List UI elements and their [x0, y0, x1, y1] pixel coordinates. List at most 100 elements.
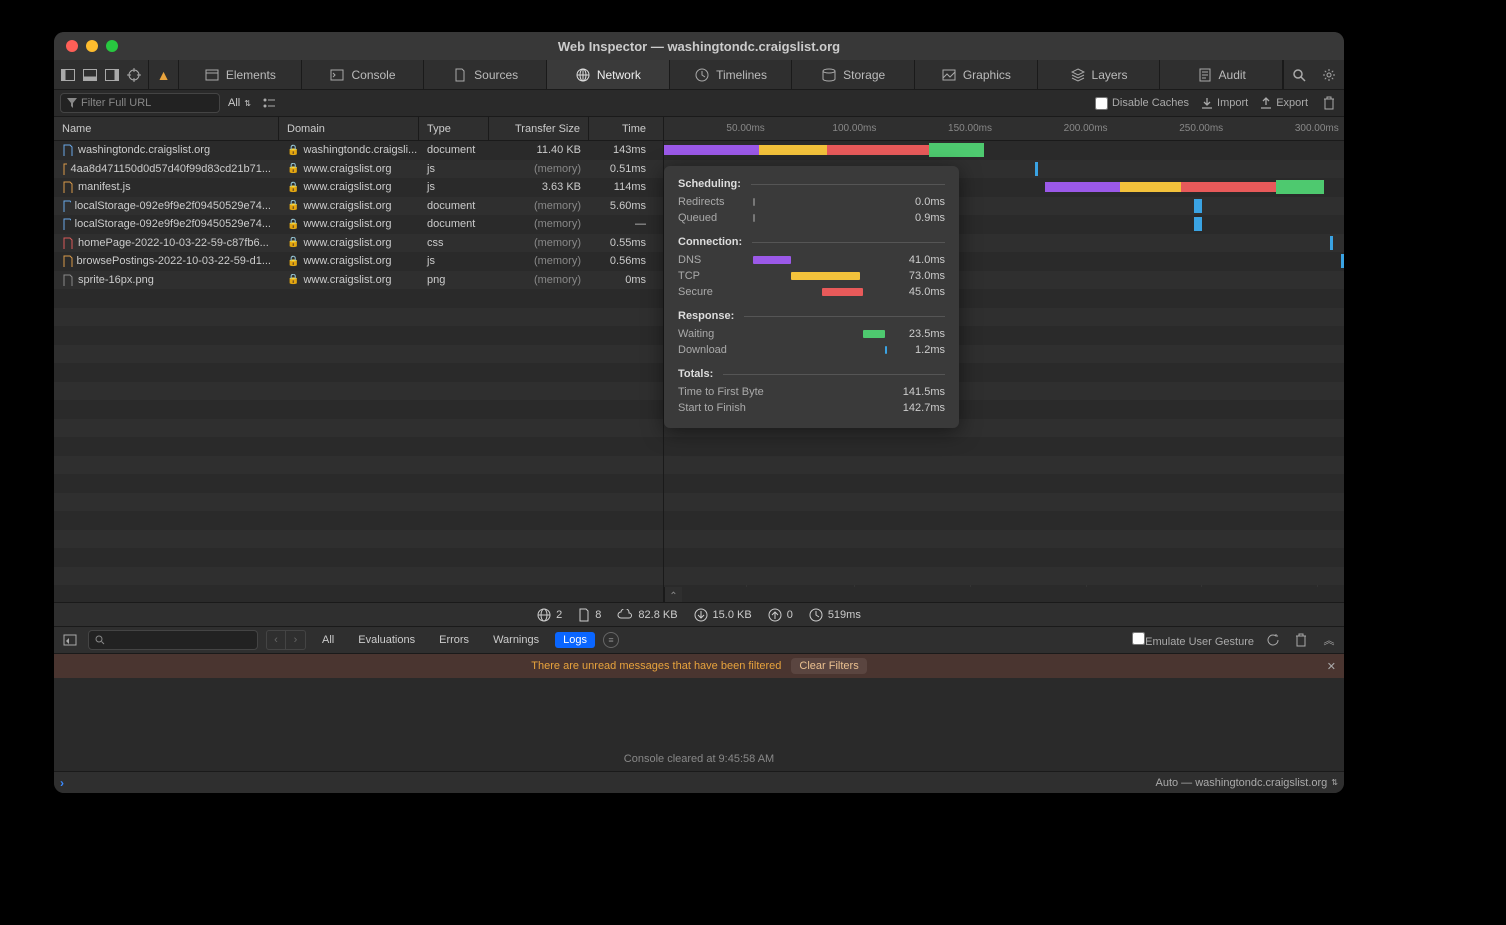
col-time-header[interactable]: Time	[589, 117, 654, 140]
tt-stf-val: 142.7ms	[890, 402, 945, 414]
dock-left-icon[interactable]	[60, 67, 76, 83]
clear-network-button[interactable]	[1320, 88, 1338, 118]
status-time-val: 519ms	[828, 609, 861, 621]
status-transferred: 82.8 KB	[617, 609, 677, 621]
table-row[interactable]: localStorage-092e9f9e2f09450529e74... 🔒w…	[54, 197, 663, 216]
clear-console-button[interactable]	[1292, 625, 1310, 655]
warning-triangle-icon: ▲	[157, 67, 171, 83]
console-filter-evaluations[interactable]: Evaluations	[350, 632, 423, 648]
table-header: Name Domain Type Transfer Size Time	[54, 117, 663, 141]
domain-text: washingtondc.craigsli...	[303, 144, 417, 156]
element-picker-icon[interactable]	[126, 67, 142, 83]
console-prev-button[interactable]: ‹	[266, 630, 286, 650]
status-bar: 2 8 82.8 KB 15.0 KB 0 519ms	[54, 602, 1344, 626]
tab-label: Layers	[1092, 68, 1128, 82]
tick-label: 250.00ms	[1179, 117, 1223, 140]
type-text: document	[427, 200, 475, 212]
tab-label: Network	[597, 68, 641, 82]
console-next-button[interactable]: ›	[286, 630, 306, 650]
type-text: document	[427, 144, 475, 156]
filter-url-input[interactable]: Filter Full URL	[60, 93, 220, 113]
export-button[interactable]: Export	[1260, 97, 1308, 109]
domain-text: www.craigslist.org	[303, 163, 391, 175]
emulate-label: Emulate User Gesture	[1145, 636, 1254, 648]
time-text: 0.56ms	[610, 255, 646, 267]
empty-row	[54, 382, 663, 401]
execution-context-picker[interactable]: Auto — washingtondc.craigslist.org ⇅	[1155, 777, 1338, 789]
tab-graphics[interactable]: Graphics	[915, 60, 1038, 89]
tt-tcp-label: TCP	[678, 270, 753, 282]
disable-caches-label: Disable Caches	[1112, 97, 1189, 109]
col-name-header[interactable]: Name	[54, 117, 279, 140]
tab-storage[interactable]: Storage	[792, 60, 915, 89]
import-button[interactable]: Import	[1201, 97, 1248, 109]
time-text: 114ms	[614, 181, 646, 193]
console-filter-all[interactable]: All	[314, 632, 342, 648]
console-filter-logs[interactable]: Logs	[555, 632, 595, 648]
tab-timelines[interactable]: Timelines	[670, 60, 793, 89]
close-warning-button[interactable]: ✕	[1327, 660, 1336, 673]
warning-indicator[interactable]: ▲	[149, 60, 179, 89]
tab-audit[interactable]: Audit	[1160, 60, 1283, 89]
col-domain-header[interactable]: Domain	[279, 117, 419, 140]
table-row[interactable]: sprite-16px.png 🔒www.craigslist.org png …	[54, 271, 663, 290]
table-row[interactable]: washingtondc.craigslist.org 🔒washingtond…	[54, 141, 663, 160]
settings-button[interactable]	[1314, 60, 1344, 90]
tab-network[interactable]: Network	[547, 60, 670, 89]
search-button[interactable]	[1284, 60, 1314, 90]
size-text: 11.40 KB	[537, 144, 581, 156]
tt-redirects-label: Redirects	[678, 196, 753, 208]
filter-options-button[interactable]	[259, 88, 279, 118]
col-type-header[interactable]: Type	[419, 117, 489, 140]
tab-label: Elements	[226, 68, 276, 82]
tab-label: Storage	[843, 68, 885, 82]
clear-filters-button[interactable]: Clear Filters	[791, 658, 866, 674]
domain-text: www.craigslist.org	[303, 181, 391, 193]
table-row[interactable]: 4aa8d471150d0d57d40f99d83cd21b71... 🔒www…	[54, 160, 663, 179]
tab-console[interactable]: Console	[302, 60, 425, 89]
tt-dns-val: 41.0ms	[890, 254, 945, 266]
console-toggle-button[interactable]	[60, 625, 80, 655]
table-row[interactable]: browsePostings-2022-10-03-22-59-d1... 🔒w…	[54, 252, 663, 271]
dock-bottom-icon[interactable]	[82, 67, 98, 83]
file-icon	[62, 274, 74, 286]
collapse-console-button[interactable]: ︽	[1320, 625, 1338, 655]
console-filter-errors[interactable]: Errors	[431, 632, 477, 648]
status-upload-val: 0	[787, 609, 793, 621]
tab-layers[interactable]: Layers	[1038, 60, 1161, 89]
filter-type-label: All	[228, 97, 240, 109]
table-row[interactable]: manifest.js 🔒www.craigslist.org js 3.63 …	[54, 178, 663, 197]
console-search-input[interactable]	[88, 630, 258, 650]
tab-bar: ▲ Elements Console Sources Network Timel…	[54, 60, 1344, 90]
tooltip-response-header: Response:	[678, 310, 945, 322]
dock-right-icon[interactable]	[104, 67, 120, 83]
status-download: 15.0 KB	[694, 608, 752, 622]
filter-type-dropdown[interactable]: All ⇅	[228, 97, 251, 109]
tab-elements[interactable]: Elements	[179, 60, 302, 89]
col-size-header[interactable]: Transfer Size	[489, 117, 589, 140]
empty-row	[54, 419, 663, 438]
empty-row	[54, 437, 663, 456]
table-row[interactable]: homePage-2022-10-03-22-59-c87fb6... 🔒www…	[54, 234, 663, 253]
tab-label: Sources	[474, 68, 518, 82]
table-row[interactable]: localStorage-092e9f9e2f09450529e74... 🔒w…	[54, 215, 663, 234]
file-icon	[62, 144, 74, 156]
reload-button[interactable]	[1264, 625, 1282, 655]
console-filter-warnings[interactable]: Warnings	[485, 632, 547, 648]
tt-tcp-val: 73.0ms	[890, 270, 945, 282]
collapse-waterfall-button[interactable]: ⌃	[664, 587, 682, 602]
disable-caches-checkbox[interactable]: Disable Caches	[1095, 97, 1189, 110]
emulate-gesture-checkbox[interactable]: Emulate User Gesture	[1132, 632, 1254, 648]
waterfall-row[interactable]	[664, 141, 1344, 160]
size-text: (memory)	[534, 274, 581, 286]
console-input-row[interactable]: › Auto — washingtondc.craigslist.org ⇅	[54, 771, 1344, 793]
tab-sources[interactable]: Sources	[424, 60, 547, 89]
chevron-updown-icon: ⇅	[1331, 778, 1338, 787]
status-resources-count: 8	[595, 609, 601, 621]
file-name: browsePostings-2022-10-03-22-59-d1...	[77, 255, 271, 267]
file-icon	[62, 163, 67, 175]
empty-row	[54, 326, 663, 345]
file-icon	[62, 200, 71, 212]
timelines-icon	[694, 67, 710, 83]
preserve-log-button[interactable]: ≡	[603, 632, 619, 648]
